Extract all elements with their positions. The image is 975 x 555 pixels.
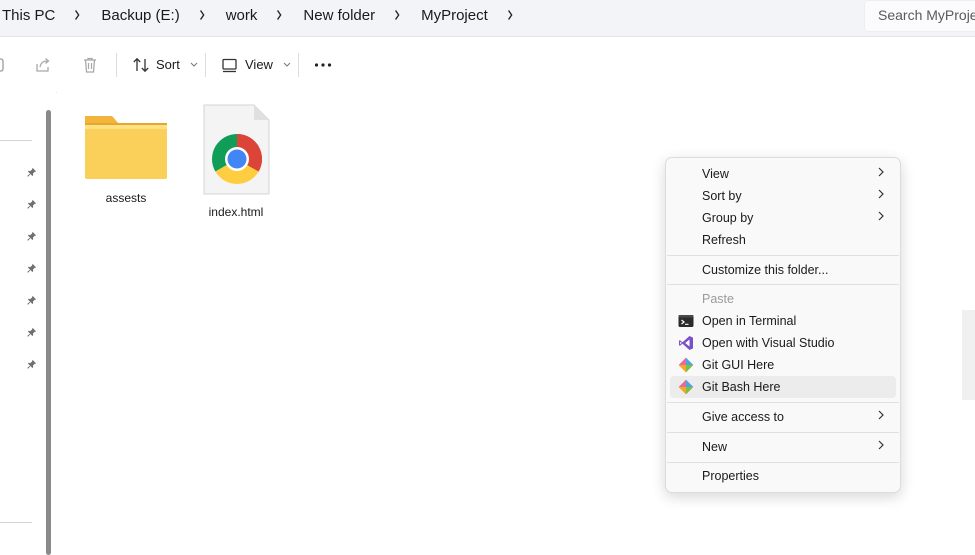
pin-icon[interactable] [27,231,37,241]
menu-item-paste: Paste [670,288,896,310]
rename-button[interactable] [0,37,6,92]
menu-item-label: Give access to [702,410,784,424]
menu-separator [667,402,899,403]
menu-item-open-visual-studio[interactable]: Open with Visual Studio [670,332,896,354]
pin-icon[interactable] [27,359,37,369]
chevron-right-icon [878,211,884,221]
chevron-right-icon [878,440,884,450]
sort-button[interactable]: Sort [132,37,198,92]
menu-item-label: Paste [702,292,734,306]
breadcrumb-new-folder[interactable]: New folder [301,7,377,24]
menu-item-label: Open in Terminal [702,314,797,328]
menu-separator [667,284,899,285]
more-options-button[interactable] [314,37,332,92]
menu-item-label: New [702,440,728,454]
menu-item-label: View [702,167,729,181]
menu-item-label: Refresh [702,233,746,247]
address-bar: This PC Backup (E:) work New folder MyPr… [0,0,975,37]
toolbar-divider [205,53,206,77]
chevron-right-icon[interactable] [64,9,93,21]
file-item[interactable]: index.html [186,104,286,219]
breadcrumb-this-pc[interactable]: This PC [0,7,57,24]
chevron-right-icon [878,410,884,420]
command-bar: Sort View [0,37,975,93]
chevron-right-icon [878,167,884,177]
pin-icon[interactable] [27,199,37,209]
file-name: index.html [208,205,264,219]
menu-item-label: Group by [702,211,754,225]
nav-divider [0,522,32,523]
chevron-down-icon [283,62,291,67]
menu-item-label: Git Bash Here [702,380,781,394]
menu-item-group-by[interactable]: Group by [670,207,896,229]
git-icon [678,379,694,395]
nav-divider [0,140,32,141]
chevron-right-icon[interactable] [496,9,525,21]
toolbar-divider [298,53,299,77]
share-icon [36,57,50,72]
menu-separator [667,432,899,433]
menu-separator [667,462,899,463]
chrome-file-icon [203,104,270,195]
visual-studio-icon [679,336,693,350]
menu-item-open-terminal[interactable]: Open in Terminal [670,310,896,332]
terminal-icon [678,315,694,327]
menu-item-git-gui[interactable]: Git GUI Here [670,354,896,376]
breadcrumb: This PC Backup (E:) work New folder MyPr… [0,0,532,30]
sort-icon [133,57,149,72]
folder-item[interactable]: assests [76,112,176,205]
view-icon [222,58,237,72]
context-menu: View Sort by Group by Refresh Customize … [665,157,901,493]
menu-item-label: Properties [702,469,759,483]
menu-item-label: Sort by [702,189,742,203]
chevron-right-icon[interactable] [383,9,412,21]
menu-item-customize-folder[interactable]: Customize this folder... [670,259,896,281]
menu-item-label: Open with Visual Studio [702,336,835,350]
menu-item-label: Git GUI Here [702,358,775,372]
chevron-right-icon[interactable] [266,9,295,21]
pin-icon[interactable] [27,263,37,273]
breadcrumb-work[interactable]: work [224,7,260,24]
menu-separator [667,255,899,256]
menu-item-git-bash[interactable]: Git Bash Here [670,376,896,398]
sort-label: Sort [156,57,180,72]
folder-name: assests [105,191,147,205]
toolbar-divider [116,53,117,77]
menu-item-give-access[interactable]: Give access to [670,406,896,428]
menu-item-new[interactable]: New [670,436,896,458]
chevron-right-icon [878,189,884,199]
folder-icon [85,116,167,179]
pin-icon[interactable] [27,167,37,177]
pin-icon[interactable] [27,295,37,305]
search-box[interactable] [864,0,975,32]
rename-icon [0,57,4,72]
breadcrumb-backup-drive[interactable]: Backup (E:) [99,7,181,24]
pin-icon[interactable] [27,327,37,337]
menu-item-label: Customize this folder... [702,263,829,277]
chevron-down-icon [190,62,198,67]
trash-icon [84,57,96,73]
view-label: View [245,57,273,72]
share-button[interactable] [34,37,52,92]
view-button[interactable]: View [221,37,291,92]
chevron-right-icon[interactable] [188,9,217,21]
search-input[interactable] [865,1,975,23]
menu-item-view[interactable]: View [670,163,896,185]
menu-item-properties[interactable]: Properties [670,465,896,487]
menu-item-refresh[interactable]: Refresh [670,229,896,251]
vertical-scrollbar[interactable] [962,310,975,400]
git-icon [678,357,694,373]
menu-item-sort-by[interactable]: Sort by [670,185,896,207]
nav-scrollbar[interactable] [46,110,51,555]
breadcrumb-myproject[interactable]: MyProject [419,7,490,24]
more-icon [314,62,332,67]
delete-button[interactable] [81,37,99,92]
